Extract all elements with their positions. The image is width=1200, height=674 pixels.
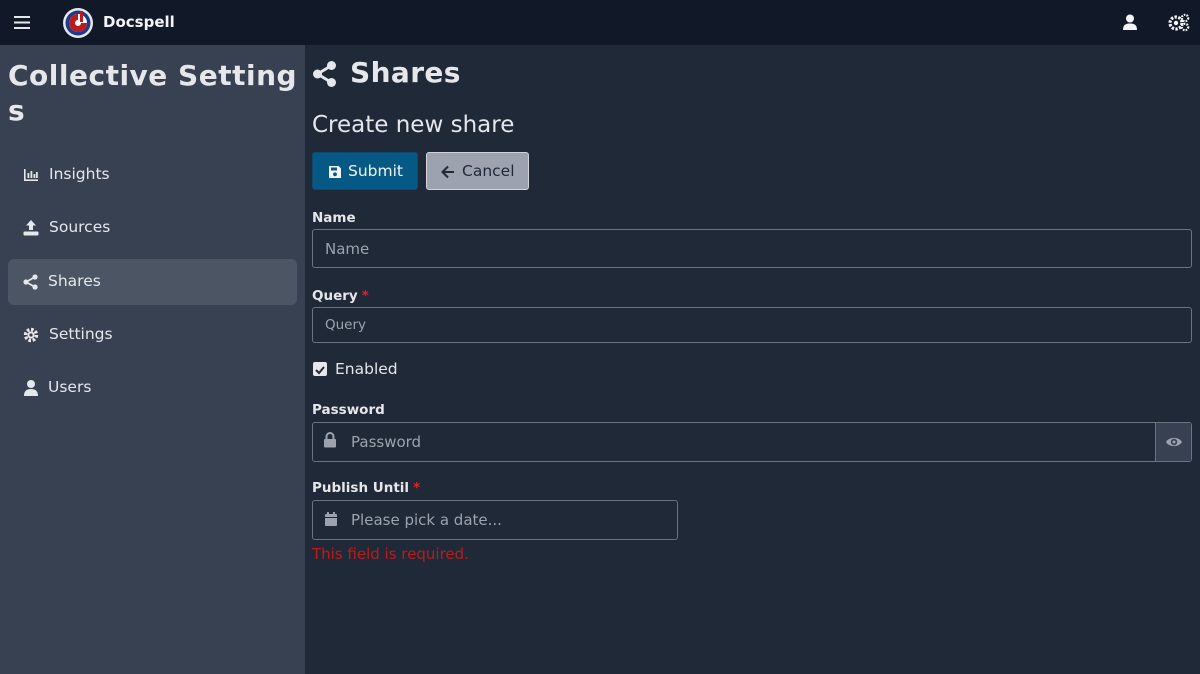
required-marker: * bbox=[413, 480, 421, 496]
lock-icon bbox=[324, 432, 336, 448]
user-icon[interactable] bbox=[1122, 14, 1138, 31]
calendar-icon bbox=[325, 512, 337, 526]
sidebar-item-label: Shares bbox=[48, 272, 101, 290]
sidebar-item-settings[interactable]: Settings bbox=[8, 312, 297, 358]
form-heading: Create new share bbox=[312, 112, 515, 138]
page-title-text: Shares bbox=[350, 56, 461, 89]
cancel-button[interactable]: Cancel bbox=[426, 152, 529, 190]
publish-until-date-input[interactable] bbox=[312, 500, 678, 540]
password-label: Password bbox=[312, 402, 385, 418]
save-icon bbox=[329, 166, 341, 178]
query-input[interactable] bbox=[312, 307, 1192, 343]
user-icon bbox=[24, 380, 38, 396]
hamburger-menu-icon[interactable] bbox=[13, 14, 31, 31]
app-name[interactable]: Docspell bbox=[103, 13, 175, 31]
eye-icon bbox=[1166, 437, 1182, 447]
sidebar: Collective Settings Insights Sources Sha… bbox=[0, 45, 305, 674]
sidebar-item-users[interactable]: Users bbox=[8, 365, 297, 411]
share-icon bbox=[23, 274, 38, 290]
docspell-logo[interactable] bbox=[62, 7, 94, 39]
cancel-button-label: Cancel bbox=[462, 162, 515, 180]
sidebar-item-label: Users bbox=[48, 378, 92, 396]
toggle-password-visibility-button[interactable] bbox=[1155, 423, 1191, 461]
top-navbar: Docspell bbox=[0, 0, 1200, 45]
enabled-label[interactable]: Enabled bbox=[335, 360, 398, 378]
required-marker: * bbox=[361, 288, 369, 304]
gears-icon[interactable] bbox=[1168, 13, 1190, 32]
sidebar-item-label: Settings bbox=[49, 325, 113, 343]
publish-until-label: Publish Until * bbox=[312, 480, 421, 496]
validation-error: This field is required. bbox=[312, 545, 469, 563]
query-label: Query * bbox=[312, 288, 369, 304]
enabled-checkbox[interactable] bbox=[313, 362, 327, 376]
sidebar-item-label: Insights bbox=[49, 165, 110, 183]
share-icon bbox=[313, 61, 336, 87]
checkmark-icon bbox=[315, 366, 325, 375]
name-input[interactable] bbox=[312, 229, 1192, 268]
sidebar-item-sources[interactable]: Sources bbox=[8, 205, 297, 251]
chart-icon bbox=[24, 169, 38, 181]
password-input[interactable] bbox=[312, 422, 1192, 462]
arrow-left-icon bbox=[441, 165, 454, 179]
sidebar-title: Collective Settings bbox=[8, 59, 298, 127]
sidebar-item-label: Sources bbox=[49, 218, 111, 236]
name-label: Name bbox=[312, 210, 356, 226]
upload-icon bbox=[23, 220, 39, 236]
submit-button-label: Submit bbox=[348, 162, 403, 180]
sidebar-item-shares[interactable]: Shares bbox=[8, 259, 297, 305]
submit-button[interactable]: Submit bbox=[312, 152, 418, 190]
sidebar-item-insights[interactable]: Insights bbox=[8, 152, 297, 198]
gear-icon bbox=[23, 327, 39, 343]
